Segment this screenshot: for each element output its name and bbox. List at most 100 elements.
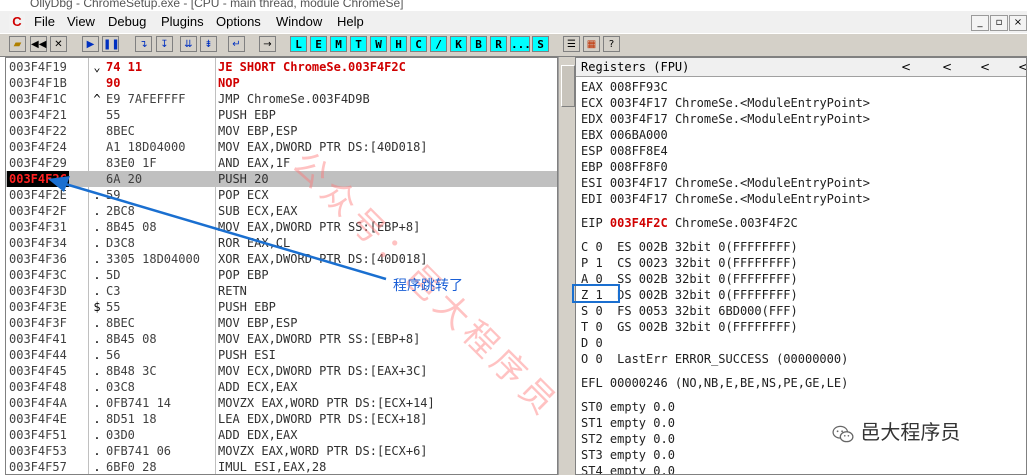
- fpu-row[interactable]: ST0 empty 0.0: [581, 399, 675, 415]
- menu-window[interactable]: Window: [276, 14, 322, 29]
- threads-window-button[interactable]: T: [350, 36, 367, 52]
- fpu-row[interactable]: ST4 empty 0.0: [581, 463, 675, 474]
- step-into-icon[interactable]: ↴: [135, 36, 152, 52]
- fpu-row[interactable]: ST1 empty 0.0: [581, 415, 675, 431]
- efl-row[interactable]: EFL 00000246 (NO,NB,E,BE,NS,PE,GE,LE): [581, 375, 848, 391]
- source-window-button[interactable]: S: [532, 36, 549, 52]
- flag-row[interactable]: D 0: [581, 335, 603, 351]
- disasm-row[interactable]: 003F4F1B 90 NOP: [6, 75, 557, 91]
- disasm-row[interactable]: 003F4F1C ^ E9 7AFEFFFF JMP ChromeSe.003F4D9…: [6, 91, 557, 107]
- disasm-row[interactable]: 003F4F44. 56 PUSH ESI: [6, 347, 557, 363]
- disasm-instruction: SUB ECX,EAX: [218, 204, 298, 218]
- flag-row[interactable]: P 1 CS 0023 32bit 0(FFFFFFFF): [581, 255, 798, 271]
- pause-icon[interactable]: ❚❚: [102, 36, 120, 52]
- run-trace-window-button[interactable]: ...: [510, 36, 531, 52]
- handles-window-button[interactable]: H: [390, 36, 407, 52]
- references-window-button[interactable]: R: [490, 36, 507, 52]
- close-program-icon[interactable]: ✕: [50, 36, 67, 52]
- chevron-left-icon[interactable]: <: [942, 58, 952, 77]
- flag-row[interactable]: O 0 LastErr ERROR_SUCCESS (00000000): [581, 351, 848, 367]
- menu-plugins[interactable]: Plugins: [161, 14, 204, 29]
- register-row[interactable]: EDI 003F4F17 ChromeSe.<ModuleEntryPoint>: [581, 191, 870, 207]
- disasm-row[interactable]: 003F4F53. 0FB741 06 MOVZX EAX,WORD PTR DS:…: [6, 443, 557, 459]
- menu-view[interactable]: View: [67, 14, 95, 29]
- disasm-row[interactable]: 003F4F2C 6A 20 PUSH 20: [6, 171, 557, 187]
- execute-till-return-icon[interactable]: ↵: [228, 36, 245, 52]
- disasm-row[interactable]: 003F4F24 A1 18D04000 MOV EAX,DWORD PTR DS:…: [6, 139, 557, 155]
- disasm-row[interactable]: 003F4F21 55 PUSH EBP: [6, 107, 557, 123]
- flag-row[interactable]: S 0 FS 0053 32bit 6BD000(FFF): [581, 303, 798, 319]
- menu-options[interactable]: Options: [216, 14, 261, 29]
- chevron-left-icon[interactable]: <: [1018, 58, 1026, 77]
- register-row[interactable]: ESI 003F4F17 ChromeSe.<ModuleEntryPoint>: [581, 175, 870, 191]
- fpu-row[interactable]: ST2 empty 0.0: [581, 431, 675, 447]
- help-icon[interactable]: ?: [603, 36, 620, 52]
- fpu-row[interactable]: ST3 empty 0.0: [581, 447, 675, 463]
- windows-window-button[interactable]: W: [370, 36, 387, 52]
- register-row[interactable]: EAX 008FF93C: [581, 79, 675, 95]
- restart-icon[interactable]: ◀◀: [30, 36, 47, 52]
- chevron-left-icon[interactable]: <: [980, 58, 990, 77]
- disasm-row[interactable]: 003F4F3F. 8BEC MOV EBP,ESP: [6, 315, 557, 331]
- disasm-row[interactable]: 003F4F4A. 0FB741 14 MOVZX EAX,WORD PTR DS:…: [6, 395, 557, 411]
- disasm-row[interactable]: 003F4F51. 03D0 ADD EDX,EAX: [6, 427, 557, 443]
- register-name: EDI: [581, 192, 603, 206]
- disasm-instruction: AND EAX,1F: [218, 156, 291, 170]
- cpu-window-button[interactable]: C: [410, 36, 427, 52]
- run-icon[interactable]: ▶: [82, 36, 99, 52]
- log-window-button[interactable]: L: [290, 36, 307, 52]
- register-row[interactable]: ECX 003F4F17 ChromeSe.<ModuleEntryPoint>: [581, 95, 870, 111]
- disasm-row[interactable]: 003F4F3D. C3 RETN: [6, 283, 557, 299]
- modules-window-button[interactable]: E: [310, 36, 327, 52]
- disasm-row[interactable]: 003F4F19 ⌄ 74 11 JE SHORT ChromeSe.003F4F2C: [6, 59, 557, 75]
- eip-row[interactable]: EIP 003F4F2C ChromeSe.003F4F2C: [581, 215, 798, 231]
- disasm-row[interactable]: 003F4F57. 6BF0 28 IMUL ESI,EAX,28: [6, 459, 557, 474]
- restore-icon[interactable]: ▫: [990, 15, 1008, 31]
- trace-over-icon[interactable]: ⇟: [200, 36, 217, 52]
- appearance-icon[interactable]: ▦: [583, 36, 600, 52]
- registers-header[interactable]: Registers (FPU) < < < <: [576, 58, 1026, 77]
- menu-debug[interactable]: Debug: [108, 14, 146, 29]
- disasm-row[interactable]: 003F4F3E $55 PUSH EBP: [6, 299, 557, 315]
- list-icon[interactable]: ☰: [563, 36, 580, 52]
- disassembly-pane[interactable]: 003F4F19 ⌄ 74 11 JE SHORT ChromeSe.003F4F2C…: [5, 57, 558, 475]
- minimize-icon[interactable]: _: [971, 15, 989, 31]
- register-name: EBP: [581, 160, 603, 174]
- scroll-thumb[interactable]: [561, 65, 575, 107]
- disasm-row[interactable]: 003F4F36. 3305 18D04000 XOR EAX,DWORD PTR …: [6, 251, 557, 267]
- open-icon[interactable]: ▰: [9, 36, 26, 52]
- register-row[interactable]: EDX 003F4F17 ChromeSe.<ModuleEntryPoint>: [581, 111, 870, 127]
- close-icon[interactable]: ×: [1009, 15, 1027, 31]
- disasm-row[interactable]: 003F4F22 8BEC MOV EBP,ESP: [6, 123, 557, 139]
- patches-window-button[interactable]: /: [430, 36, 447, 52]
- disasm-row[interactable]: 003F4F29 83E0 1F AND EAX,1F: [6, 155, 557, 171]
- app-icon[interactable]: C: [9, 14, 25, 30]
- disasm-row[interactable]: 003F4F3C. 5D POP EBP: [6, 267, 557, 283]
- goto-icon[interactable]: →: [259, 36, 276, 52]
- disasm-row[interactable]: 003F4F4E. 8D51 18 LEA EDX,DWORD PTR DS:[EC…: [6, 411, 557, 427]
- disasm-row[interactable]: 003F4F2E. 59 POP ECX: [6, 187, 557, 203]
- disasm-row[interactable]: 003F4F45. 8B48 3C MOV ECX,DWORD PTR DS:[EA…: [6, 363, 557, 379]
- disasm-row[interactable]: 003F4F31. 8B45 08 MOV EAX,DWORD PTR SS:[EB…: [6, 219, 557, 235]
- menu-file[interactable]: File: [34, 14, 55, 29]
- register-row[interactable]: ESP 008FF8E4: [581, 143, 675, 159]
- call-stack-window-button[interactable]: K: [450, 36, 467, 52]
- breakpoints-window-button[interactable]: B: [470, 36, 487, 52]
- menu-help[interactable]: Help: [337, 14, 364, 29]
- flag-row[interactable]: C 0 ES 002B 32bit 0(FFFFFFFF): [581, 239, 798, 255]
- register-row[interactable]: EBP 008FF8F0: [581, 159, 675, 175]
- memory-window-button[interactable]: M: [330, 36, 347, 52]
- chevron-left-icon[interactable]: <: [901, 58, 911, 77]
- disasm-row[interactable]: 003F4F41. 8B45 08 MOV EAX,DWORD PTR SS:[EB…: [6, 331, 557, 347]
- trace-into-icon[interactable]: ⇊: [180, 36, 197, 52]
- disasm-gutter-mark: .: [93, 268, 101, 282]
- disasm-row[interactable]: 003F4F2F. 2BC8 SUB ECX,EAX: [6, 203, 557, 219]
- disasm-row[interactable]: 003F4F48. 03C8 ADD ECX,EAX: [6, 379, 557, 395]
- flag-row[interactable]: T 0 GS 002B 32bit 0(FFFFFFFF): [581, 319, 798, 335]
- disasm-row[interactable]: 003F4F34. D3C8 ROR EAX,CL: [6, 235, 557, 251]
- register-row[interactable]: EBX 006BA000: [581, 127, 675, 143]
- registers-pane[interactable]: Registers (FPU) < < < < EAX 008FF93C ECX…: [575, 57, 1027, 475]
- step-over-icon[interactable]: ↧: [156, 36, 173, 52]
- disassembly-scrollbar[interactable]: [558, 57, 576, 475]
- disasm-hex-bytes: 8D51 18: [106, 412, 157, 426]
